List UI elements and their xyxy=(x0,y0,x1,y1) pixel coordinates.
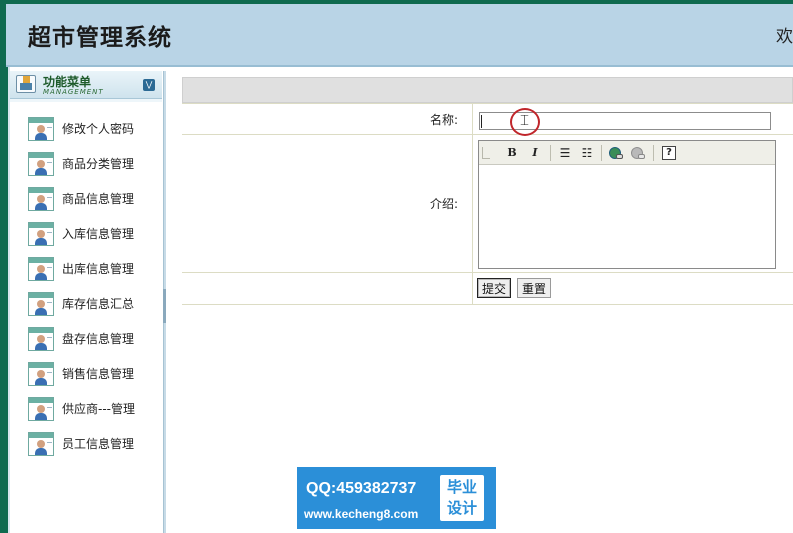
ibeam-cursor-icon: ⌶ xyxy=(520,111,530,129)
toolbar-separator xyxy=(653,145,654,161)
ordered-list-button[interactable]: ☰ xyxy=(556,145,574,161)
menu-header-shadow xyxy=(10,99,162,102)
watermark-site: www.kecheng8.com xyxy=(304,507,419,521)
user-card-icon xyxy=(28,151,54,176)
form-header-bar xyxy=(182,77,793,103)
submit-button[interactable]: 提交 xyxy=(477,278,511,298)
sidebar-item-label: 销售信息管理 xyxy=(62,367,135,381)
toolbar-separator xyxy=(601,145,602,161)
form-row-actions: 提交 重置 xyxy=(182,273,793,305)
actions-cell: 提交 重置 xyxy=(473,273,793,304)
sidebar-item-staff-management[interactable]: 员工信息管理 xyxy=(28,426,158,461)
user-card-icon xyxy=(28,431,54,456)
sidebar-item-label: 修改个人密码 xyxy=(62,122,135,136)
user-card-icon xyxy=(28,291,54,316)
sidebar-item-label: 出库信息管理 xyxy=(62,262,135,276)
user-card-icon xyxy=(28,326,54,351)
watermark-badge: 毕业 设计 xyxy=(440,475,484,521)
help-button[interactable]: ? xyxy=(660,145,678,161)
welcome-text: 欢 xyxy=(776,27,793,47)
user-card-icon xyxy=(28,116,54,141)
collapse-chevron-icon[interactable]: ⋁ xyxy=(143,79,155,91)
sidebar-item-inventory-summary[interactable]: 库存信息汇总 xyxy=(28,286,158,321)
sidebar-item-label: 商品信息管理 xyxy=(62,192,135,206)
watermark-badge-line2: 设计 xyxy=(446,499,477,517)
editor-text-area[interactable] xyxy=(479,166,775,268)
intro-label: 介绍: xyxy=(182,135,473,272)
main-content: 名称: ⌶ 介绍: B I ☰ ☷ ? 提交 重置 xyxy=(168,67,793,533)
editor-toolbar: B I ☰ ☷ ? xyxy=(479,141,775,165)
sidebar-item-supplier-management[interactable]: 供应商---管理 xyxy=(28,391,158,426)
watermark-badge-line1: 毕业 xyxy=(446,478,477,496)
sidebar-item-product-management[interactable]: 商品信息管理 xyxy=(28,181,158,216)
user-card-icon xyxy=(28,396,54,421)
remove-link-button[interactable] xyxy=(629,145,647,161)
menu-subtitle: MANAGEMENT xyxy=(43,88,104,96)
menu-header: 功能菜单 MANAGEMENT ⋁ xyxy=(10,71,162,99)
intro-cell: B I ☰ ☷ ? xyxy=(473,135,793,272)
sidebar-item-label: 盘存信息管理 xyxy=(62,332,135,346)
form-row-intro: 介绍: B I ☰ ☷ ? xyxy=(182,135,793,273)
sidebar-item-stock-in-management[interactable]: 入库信息管理 xyxy=(28,216,158,251)
rich-text-editor: B I ☰ ☷ ? xyxy=(478,140,776,269)
italic-button[interactable]: I xyxy=(526,145,544,161)
app-title: 超市管理系统 xyxy=(28,24,172,51)
user-card-icon xyxy=(28,256,54,281)
sidebar-item-sales-management[interactable]: 销售信息管理 xyxy=(28,356,158,391)
sidebar-item-label: 库存信息汇总 xyxy=(62,297,135,311)
help-icon: ? xyxy=(662,146,676,160)
user-card-icon xyxy=(28,221,54,246)
name-label: 名称: xyxy=(182,104,473,134)
toolbar-separator xyxy=(550,145,551,161)
toolbar-grip-icon xyxy=(482,147,490,159)
form-row-name: 名称: ⌶ xyxy=(182,103,793,136)
sidebar-item-label: 入库信息管理 xyxy=(62,227,135,241)
sidebar-edge xyxy=(0,67,8,533)
sidebar-item-label: 供应商---管理 xyxy=(62,402,135,416)
sidebar-item-stocktake-management[interactable]: 盘存信息管理 xyxy=(28,321,158,356)
sidebar-item-change-password[interactable]: 修改个人密码 xyxy=(28,111,158,146)
watermark-banner: QQ:459382737 www.kecheng8.com 毕业 设计 xyxy=(297,467,496,529)
form-table: 名称: ⌶ 介绍: B I ☰ ☷ ? 提交 重置 xyxy=(182,103,793,305)
sidebar-inner-edge xyxy=(8,67,10,533)
user-card-icon xyxy=(28,361,54,386)
insert-link-button[interactable] xyxy=(607,145,625,161)
user-card-icon xyxy=(28,186,54,211)
actions-label-cell xyxy=(182,273,473,304)
sidebar-item-label: 员工信息管理 xyxy=(62,437,135,451)
sidebar-item-label: 商品分类管理 xyxy=(62,157,135,171)
header-banner: 超市管理系统 欢 xyxy=(0,0,793,67)
menu-box-icon xyxy=(16,75,36,93)
sidebar-item-stock-out-management[interactable]: 出库信息管理 xyxy=(28,251,158,286)
sidebar: 功能菜单 MANAGEMENT ⋁ 修改个人密码 商品分类管理 商品信息管理 入… xyxy=(0,67,166,533)
text-caret xyxy=(481,115,482,128)
name-cell: ⌶ xyxy=(473,104,793,136)
menu-list: 修改个人密码 商品分类管理 商品信息管理 入库信息管理 出库信息管理 库存信息汇… xyxy=(28,111,158,461)
unordered-list-button[interactable]: ☷ xyxy=(578,145,596,161)
watermark-qq: QQ:459382737 xyxy=(306,480,417,497)
splitter-handle[interactable] xyxy=(163,289,166,323)
reset-button[interactable]: 重置 xyxy=(517,278,551,298)
bold-button[interactable]: B xyxy=(503,145,521,161)
sidebar-item-category-management[interactable]: 商品分类管理 xyxy=(28,146,158,181)
